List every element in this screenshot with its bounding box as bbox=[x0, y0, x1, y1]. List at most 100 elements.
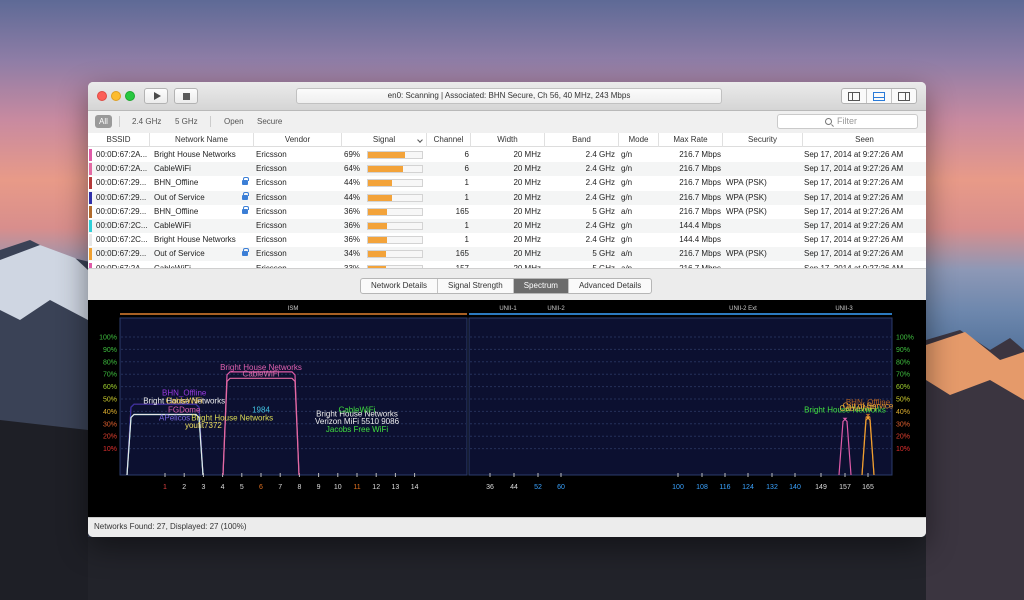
table-row[interactable]: 00:0D:67:29... Out of Service Ericsson 44% 1… bbox=[88, 190, 926, 205]
vendor-cell: Ericsson bbox=[256, 206, 287, 216]
play-button[interactable] bbox=[144, 88, 168, 104]
max-rate-cell: 144.4 Mbps bbox=[679, 235, 721, 245]
detail-tabs: Network Details Signal Strength Spectrum Ad… bbox=[360, 278, 653, 294]
channel-label-5ghz: 149 bbox=[815, 484, 827, 491]
bssid-cell: 00:0D:67:29... bbox=[96, 206, 147, 216]
col-max-rate[interactable]: Max Rate bbox=[659, 133, 723, 147]
table-row[interactable]: 00:0D:67:2A... Bright House Networks Erics… bbox=[88, 148, 926, 162]
col-signal[interactable]: Signal bbox=[342, 133, 427, 147]
max-rate-cell: 216.7 Mbps bbox=[679, 192, 721, 202]
col-width[interactable]: Width bbox=[471, 133, 545, 147]
minimize-window-button[interactable] bbox=[111, 91, 121, 101]
toggle-left-pane-button[interactable] bbox=[842, 89, 867, 103]
channel-cell: 1 bbox=[464, 221, 469, 230]
col-band[interactable]: Band bbox=[545, 133, 619, 147]
network-name-cell: Out of Service bbox=[154, 192, 205, 202]
filter-separator bbox=[210, 116, 211, 127]
max-rate-cell: 216.7 Mbps bbox=[679, 206, 721, 216]
pct-label-left: 10% bbox=[103, 446, 117, 453]
filter-5ghz[interactable]: 5 GHz bbox=[171, 115, 202, 128]
pct-label-left: 100% bbox=[99, 335, 117, 342]
vendor-cell: Ericsson bbox=[256, 221, 287, 230]
network-label: CableWiFi bbox=[166, 396, 203, 405]
col-mode[interactable]: Mode bbox=[619, 133, 659, 147]
pct-label-right: 30% bbox=[896, 421, 910, 428]
tab-signal-strength[interactable]: Signal Strength bbox=[438, 279, 514, 293]
security-cell bbox=[726, 233, 800, 247]
toggle-right-pane-button[interactable] bbox=[892, 89, 916, 103]
channel-label-5ghz: 100 bbox=[672, 484, 684, 491]
network-name-cell: Bright House Networks bbox=[154, 235, 236, 245]
width-cell: 20 MHz bbox=[513, 249, 541, 259]
tab-network-details[interactable]: Network Details bbox=[361, 279, 439, 293]
width-cell: 20 MHz bbox=[513, 178, 541, 188]
tab-advanced-details[interactable]: Advanced Details bbox=[569, 279, 651, 293]
channel-label-5ghz: 108 bbox=[696, 484, 708, 491]
channel-label-24ghz: 8 bbox=[297, 484, 301, 491]
col-channel[interactable]: Channel bbox=[427, 133, 471, 147]
network-name-cell: CableWiFi bbox=[154, 164, 191, 174]
zoom-window-button[interactable] bbox=[125, 91, 135, 101]
mode-cell: g/n bbox=[621, 221, 633, 230]
channel-cell: 1 bbox=[464, 178, 469, 188]
filter-search-field[interactable]: Filter bbox=[777, 114, 918, 129]
width-cell: 20 MHz bbox=[513, 221, 541, 230]
channel-label-5ghz: 52 bbox=[534, 484, 542, 491]
filter-all[interactable]: All bbox=[95, 115, 112, 128]
col-bssid[interactable]: BSSID bbox=[88, 133, 150, 147]
unii-panel bbox=[468, 317, 893, 476]
col-seen[interactable]: Seen bbox=[803, 133, 926, 147]
bssid-cell: 00:0D:67:2A... bbox=[96, 150, 148, 159]
channel-label-24ghz: 12 bbox=[372, 484, 380, 491]
channel-label-24ghz: 5 bbox=[240, 484, 244, 491]
filter-separator bbox=[119, 116, 120, 127]
seen-cell: Sep 17, 2014 at 9:27:26 AM bbox=[804, 178, 904, 188]
pct-label-right: 10% bbox=[896, 446, 910, 453]
close-window-button[interactable] bbox=[97, 91, 107, 101]
vendor-cell: Ericsson bbox=[256, 164, 287, 174]
table-row[interactable]: 00:0D:67:29... BHN_Offline Ericsson 44% 1 20 … bbox=[88, 176, 926, 190]
pct-label-left: 40% bbox=[103, 409, 117, 416]
table-row[interactable]: 00:0D:67:2C... Bright House Networks Erics… bbox=[88, 233, 926, 247]
table-row[interactable]: 00:0D:67:29... BHN_Offline Ericsson 36% 165 2… bbox=[88, 205, 926, 219]
tab-spectrum[interactable]: Spectrum bbox=[513, 279, 569, 293]
toggle-bottom-pane-button[interactable] bbox=[867, 89, 892, 103]
col-signal-label: Signal bbox=[372, 135, 396, 144]
signal-bar-fill bbox=[368, 251, 387, 258]
band-label-ism: ISM bbox=[288, 306, 299, 312]
band-cell: 5 GHz bbox=[592, 206, 615, 216]
table-row[interactable]: 00:0D:67:2A... CableWiFi Ericsson 64% 6 20 MH… bbox=[88, 162, 926, 177]
seen-cell: Sep 17, 2014 at 9:27:26 AM bbox=[804, 235, 904, 245]
bssid-cell: 00:0D:67:2C... bbox=[96, 235, 148, 245]
table-row[interactable]: 00:0D:67:2C... CableWiFi Ericsson 36% 1 20 MH… bbox=[88, 219, 926, 233]
table-row[interactable]: 00:0D:67:29... Out of Service Ericsson 34% 1… bbox=[88, 247, 926, 262]
channel-label-5ghz: 157 bbox=[839, 484, 851, 491]
stop-button[interactable] bbox=[174, 88, 198, 104]
signal-bar bbox=[367, 250, 423, 259]
col-vendor[interactable]: Vendor bbox=[254, 133, 342, 147]
channel-label-5ghz: 165 bbox=[862, 484, 874, 491]
band-cell: 2.4 GHz bbox=[585, 164, 615, 174]
scan-status: en0: Scanning | Associated: BHN Secure, … bbox=[296, 88, 722, 104]
seen-cell: Sep 17, 2014 at 9:27:26 AM bbox=[804, 249, 904, 259]
network-label: youfit7372 bbox=[185, 421, 222, 430]
band-cell: 2.4 GHz bbox=[585, 221, 615, 230]
network-name-cell: Bright House Networks bbox=[154, 150, 236, 159]
bssid-cell: 00:0D:67:29... bbox=[96, 192, 147, 202]
filter-2-4ghz[interactable]: 2.4 GHz bbox=[128, 115, 165, 128]
band-label-unii2-ext: UNII-2 Ext bbox=[729, 306, 757, 312]
sort-descending-icon bbox=[417, 137, 423, 143]
max-rate-cell: 216.7 Mbps bbox=[679, 178, 721, 188]
pct-label-left: 20% bbox=[103, 434, 117, 441]
filter-secure[interactable]: Secure bbox=[253, 115, 286, 128]
max-rate-cell: 216.7 Mbps bbox=[679, 249, 721, 259]
lock-icon bbox=[242, 205, 249, 214]
channel-label-24ghz: 9 bbox=[317, 484, 321, 491]
col-network-name[interactable]: Network Name bbox=[150, 133, 254, 147]
lock-icon bbox=[242, 248, 249, 257]
channel-label-24ghz: 13 bbox=[392, 484, 400, 491]
channel-label-5ghz: 124 bbox=[742, 484, 754, 491]
table-header: BSSID Network Name Vendor Signal Channel… bbox=[88, 133, 926, 147]
filter-open[interactable]: Open bbox=[220, 115, 248, 128]
col-security[interactable]: Security bbox=[723, 133, 803, 147]
